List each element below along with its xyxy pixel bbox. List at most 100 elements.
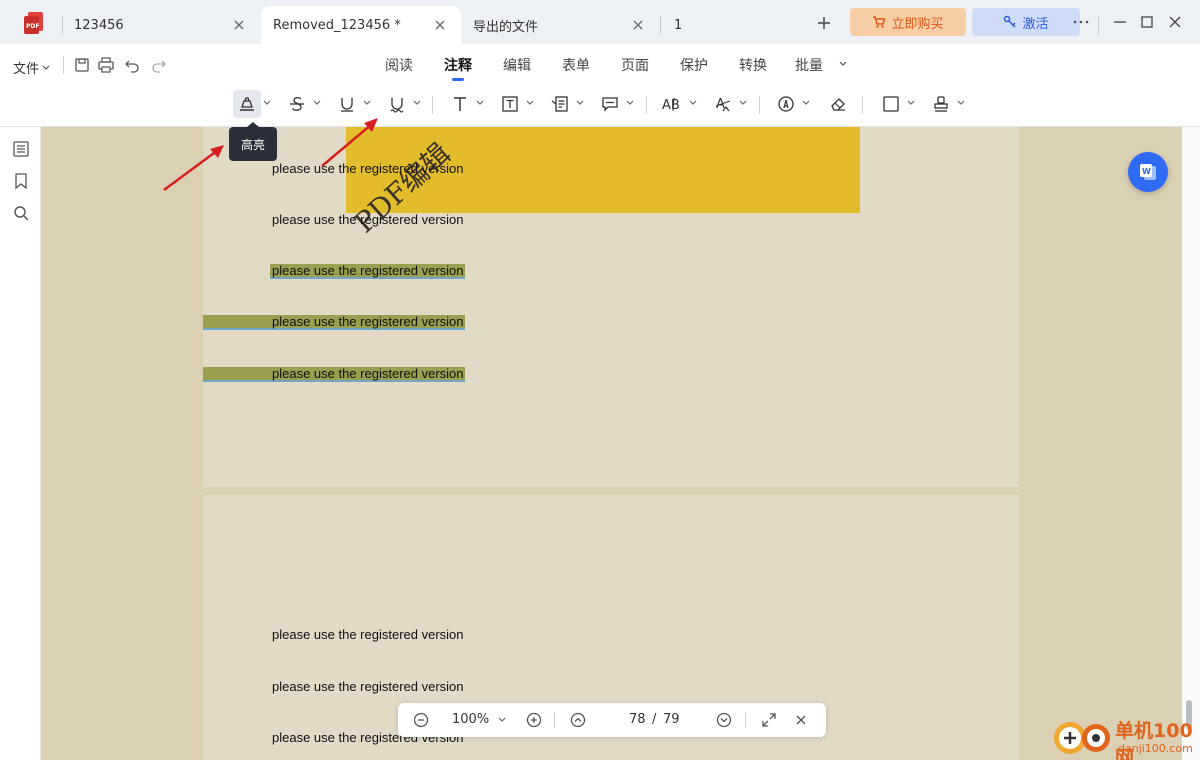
search-icon[interactable] [12,204,30,222]
chevron-down-icon[interactable] [957,100,965,106]
pdf-page: PDF编辑 please use the registered version … [203,127,1019,487]
red-arrow-icon [321,118,378,167]
chevron-down-icon[interactable] [476,100,484,106]
tab-label: 123456 [74,17,124,33]
replace-text-icon: AB [662,97,680,113]
close-tab-icon[interactable] [232,18,246,32]
close-tab-icon[interactable] [631,18,645,32]
zoom-level[interactable]: 100% [452,712,489,727]
bar-separator [554,712,555,728]
document-viewport[interactable]: PDF编辑 please use the registered version … [41,127,1182,760]
pen-tool-button[interactable] [772,90,800,118]
nav-batch[interactable]: 批量 [795,55,823,75]
zoom-in-icon[interactable] [525,711,543,729]
comment-tool-button[interactable] [596,90,624,118]
tab-1[interactable]: 1 [662,6,792,44]
vertical-scrollbar[interactable] [1182,127,1200,760]
chevron-down-icon[interactable] [526,100,534,106]
stamp-tool-button[interactable] [927,90,955,118]
close-window-icon[interactable] [1166,13,1184,31]
toolbar-separator [646,96,647,114]
highlight-tool-button[interactable] [233,90,261,118]
nav-annotate[interactable]: 注释 [444,55,472,75]
tab-label: Removed_123456 * [273,17,401,33]
svg-text:PDF: PDF [26,23,39,30]
toolbar-separator [759,96,760,114]
chevron-down-icon[interactable] [907,100,915,106]
annotation-toolbar: AB A [0,84,1200,127]
strikethrough-tool-button[interactable] [283,90,311,118]
text-tool-button[interactable] [446,90,474,118]
page-separator: / [652,712,657,727]
convert-to-word-button[interactable]: W [1128,152,1168,192]
tab-exported-file[interactable]: 导出的文件 [461,6,659,44]
nav-form[interactable]: 表单 [562,55,590,75]
current-page[interactable]: 78 [629,712,646,727]
chevron-down-icon[interactable] [689,100,697,106]
underline-icon [341,98,353,112]
chevron-down-icon[interactable] [498,717,506,723]
tab-label: 1 [674,17,683,33]
buy-now-button[interactable]: 立即购买 [850,8,966,36]
toolbar-separator [432,96,433,114]
tab-123456[interactable]: 123456 [62,6,260,44]
chevron-down-icon[interactable] [413,100,421,106]
total-pages: 79 [663,712,680,727]
site-watermark-logo: 单机100网 danji100.com [1050,714,1200,760]
chevron-down-icon [42,65,50,70]
bar-separator [745,712,746,728]
nav-read[interactable]: 阅读 [385,55,413,75]
close-bar-icon[interactable] [792,711,810,729]
save-icon[interactable] [73,56,91,74]
tab-removed-123456[interactable]: Removed_123456 * [261,6,461,44]
callout-tool-button[interactable] [546,90,574,118]
menu-separator [63,56,64,74]
key-icon [1004,15,1017,28]
more-options-icon[interactable] [1072,13,1090,31]
shape-tool-button[interactable] [877,90,905,118]
nav-convert[interactable]: 转换 [739,55,767,75]
eraser-tool-button[interactable] [824,90,852,118]
page-text-line: please use the registered version [272,263,464,278]
redo-icon[interactable] [150,56,168,74]
chevron-down-icon[interactable] [839,61,847,67]
next-page-icon[interactable] [715,711,733,729]
rectangle-icon [883,96,899,112]
activate-button[interactable]: 激活 [972,8,1080,36]
activate-label: 激活 [1022,16,1049,32]
chevron-down-icon[interactable] [626,100,634,106]
textbox-tool-button[interactable] [496,90,524,118]
minimize-icon[interactable] [1111,13,1129,31]
squiggly-tool-button[interactable] [383,90,411,118]
file-menu[interactable]: 文件 [13,58,50,77]
thumbnails-icon[interactable] [12,140,30,158]
chevron-down-icon[interactable] [313,100,321,106]
fit-page-icon[interactable] [760,711,778,729]
chevron-down-icon[interactable] [363,100,371,106]
window-control-separator [1098,16,1099,34]
add-tab-icon[interactable] [815,14,833,32]
undo-icon[interactable] [123,56,141,74]
chevron-down-icon[interactable] [263,100,271,106]
print-icon[interactable] [97,56,115,74]
chevron-down-icon[interactable] [739,100,747,106]
maximize-icon[interactable] [1138,13,1156,31]
title-bar: PDF 123456 Removed_123456 * 导出的文件 1 立即购买… [0,0,1200,44]
chevron-down-icon[interactable] [576,100,584,106]
zoom-out-icon[interactable] [412,711,430,729]
tab-label: 导出的文件 [473,19,539,35]
eraser-icon [831,98,845,111]
callout-icon [551,96,568,112]
replace-text-tool-button[interactable]: AB [659,90,687,118]
cart-icon [873,16,886,28]
close-tab-icon[interactable] [433,18,447,32]
insert-text-tool-button[interactable]: A [709,90,737,118]
chevron-down-icon[interactable] [802,100,810,106]
nav-page[interactable]: 页面 [621,55,649,75]
menu-row: 文件 阅读 注释 编辑 表单 页面 保护 转换 批量 [0,44,1200,84]
comment-icon [602,97,618,112]
previous-page-icon[interactable] [569,711,587,729]
bookmark-icon[interactable] [12,172,30,190]
nav-edit[interactable]: 编辑 [503,55,531,75]
nav-protect[interactable]: 保护 [680,55,708,75]
